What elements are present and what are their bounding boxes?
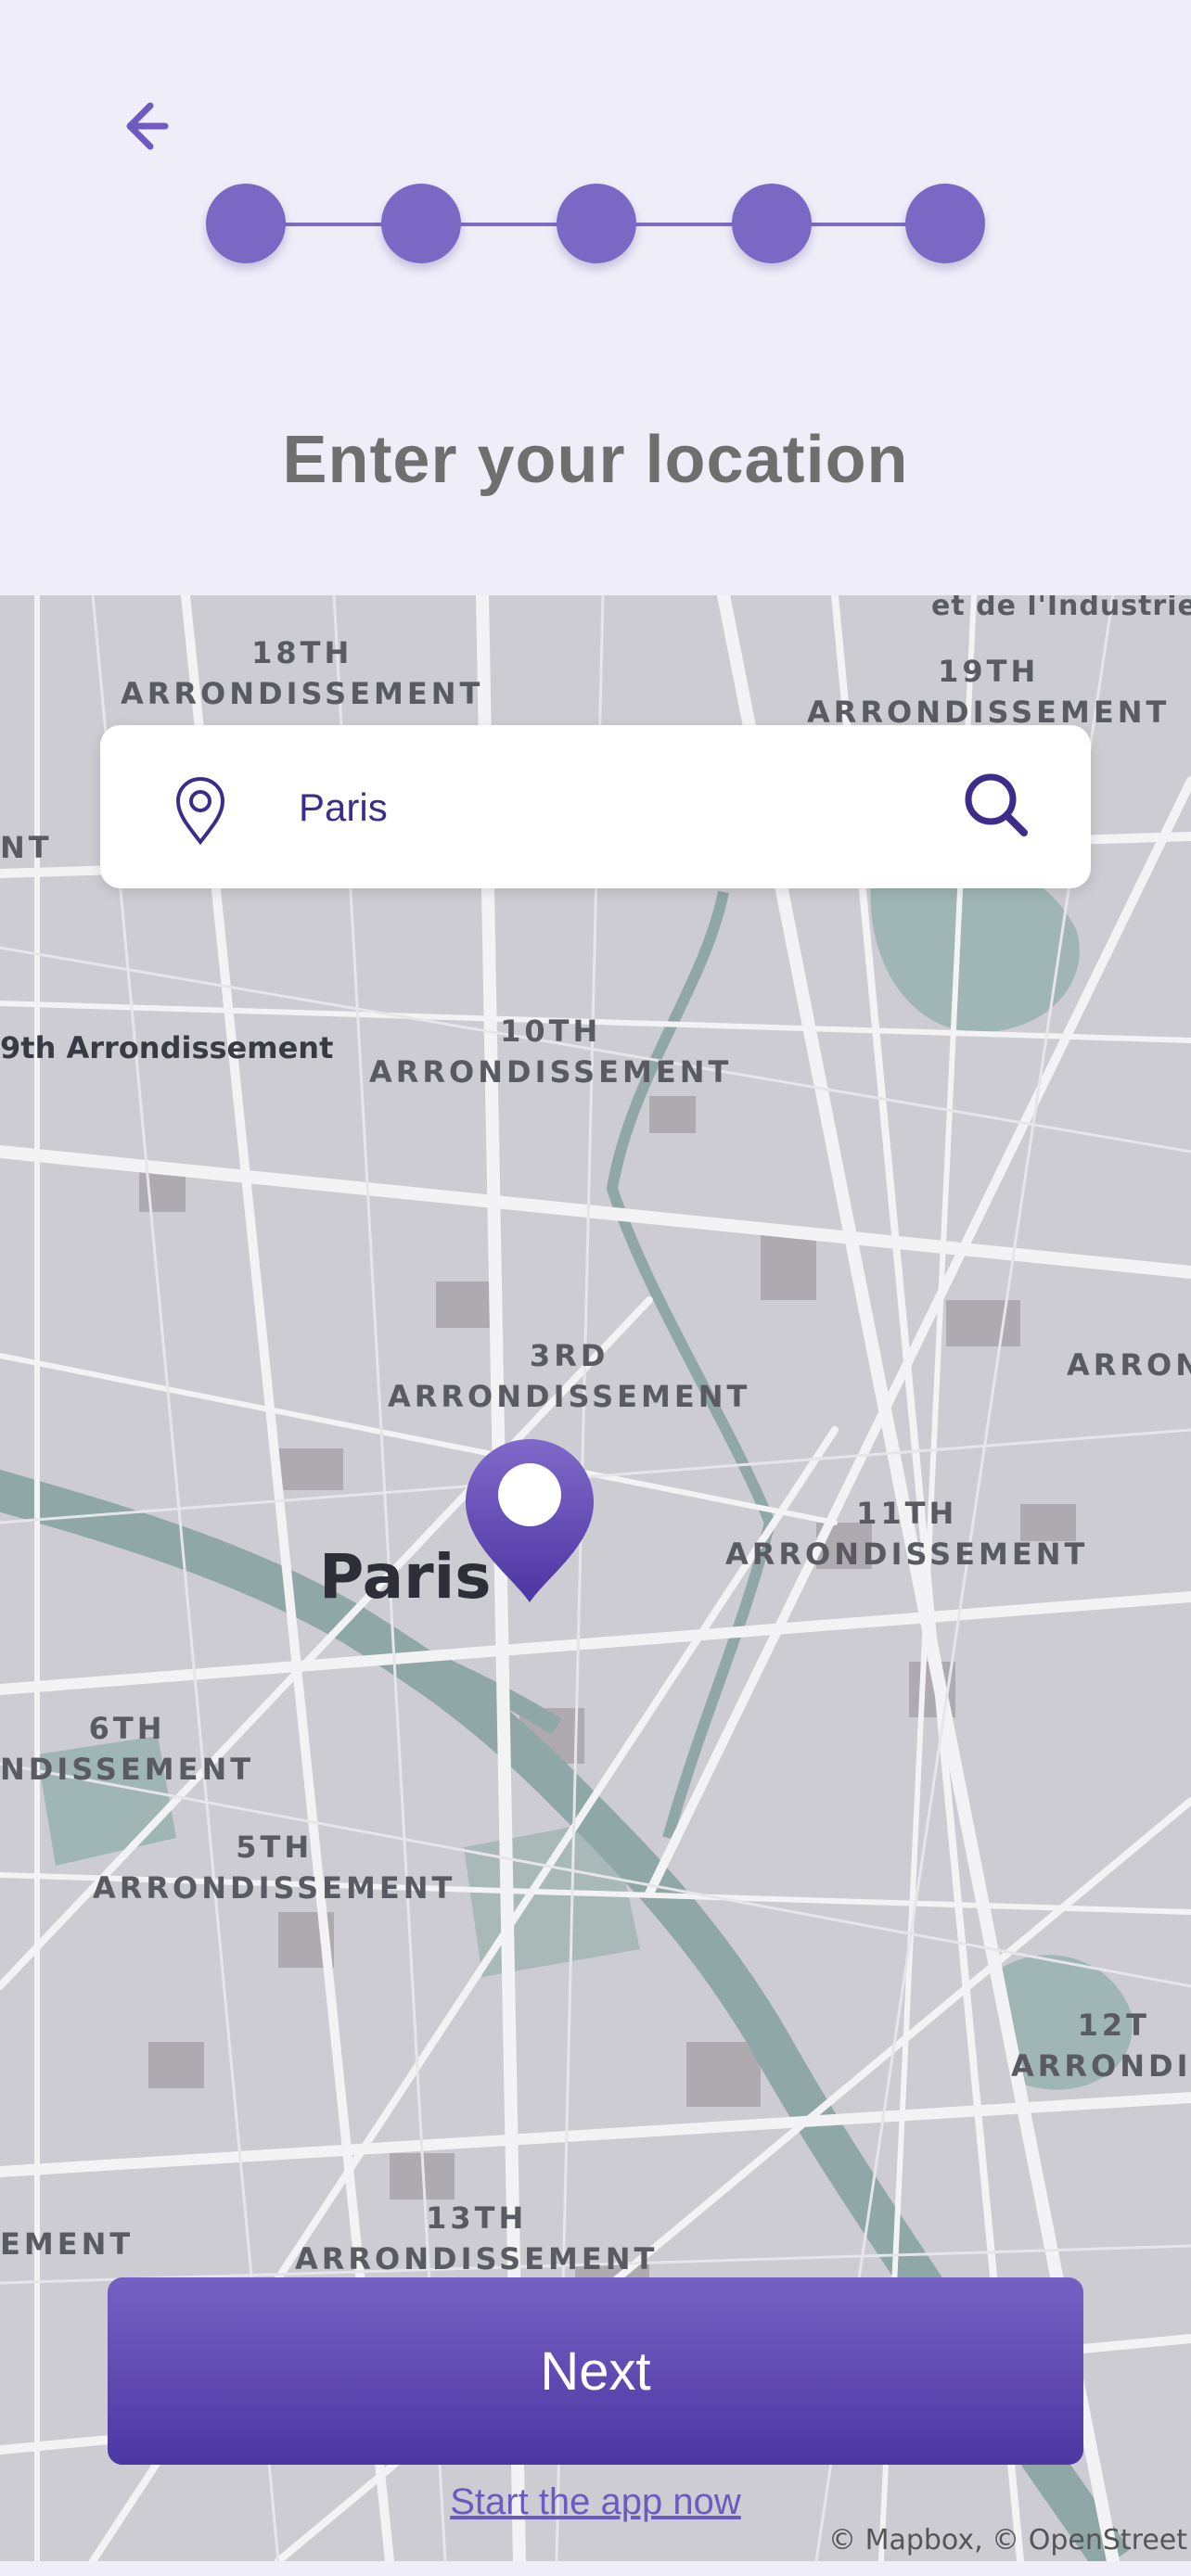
map-label-13th: 13TH ARRONDISSEMENT	[295, 2200, 659, 2276]
map-label-3rd: 3RD ARRONDISSEMENT	[388, 1338, 751, 1414]
search-icon	[965, 773, 1028, 836]
map-label-nt: NT	[0, 830, 53, 865]
arrow-left-icon	[126, 102, 169, 150]
map-label-12th: 12T ARRONDIS	[1011, 2008, 1191, 2084]
map-label-19th: 19TH ARRONDISSEMENT	[807, 654, 1171, 730]
back-button[interactable]	[109, 93, 176, 159]
map-label-6th: 6TH NDISSEMENT	[0, 1711, 255, 1787]
map-label-18th: 18TH ARRONDISSEMENT	[121, 635, 484, 711]
map-label-5th: 5TH ARRONDISSEMENT	[93, 1830, 456, 1906]
map-label-11th: 11TH ARRONDISSEMENT	[725, 1496, 1089, 1572]
map-label-ement: EMENT	[0, 2226, 134, 2262]
next-button[interactable]: Next	[108, 2277, 1083, 2465]
map-label-arron: ARRON	[1067, 1347, 1191, 1383]
bottom-bar	[0, 2561, 1191, 2576]
map-label-10th: 10TH ARRONDISSEMENT	[369, 1014, 733, 1090]
location-search-card	[100, 725, 1091, 888]
step-dot-1	[206, 184, 286, 263]
progress-stepper	[206, 184, 985, 265]
map-label-industrie: et de l'Industrie	[931, 595, 1191, 622]
step-dot-3	[557, 184, 636, 263]
map-pin-icon	[175, 776, 225, 846]
map-attribution[interactable]: © Mapbox, © OpenStreet	[828, 2524, 1187, 2557]
location-marker[interactable]	[462, 1435, 597, 1608]
start-app-link[interactable]: Start the app now	[0, 2481, 1191, 2523]
page-title: Enter your location	[282, 423, 909, 497]
step-dot-5	[905, 184, 985, 263]
map-label-9th: 9th Arrondissement	[0, 1030, 334, 1065]
step-dot-4	[732, 184, 812, 263]
search-button[interactable]	[954, 762, 1039, 848]
header: Enter your location	[0, 0, 1191, 595]
location-input[interactable]	[297, 772, 1005, 844]
location-marker-icon	[466, 1439, 594, 1602]
step-dot-2	[381, 184, 461, 263]
